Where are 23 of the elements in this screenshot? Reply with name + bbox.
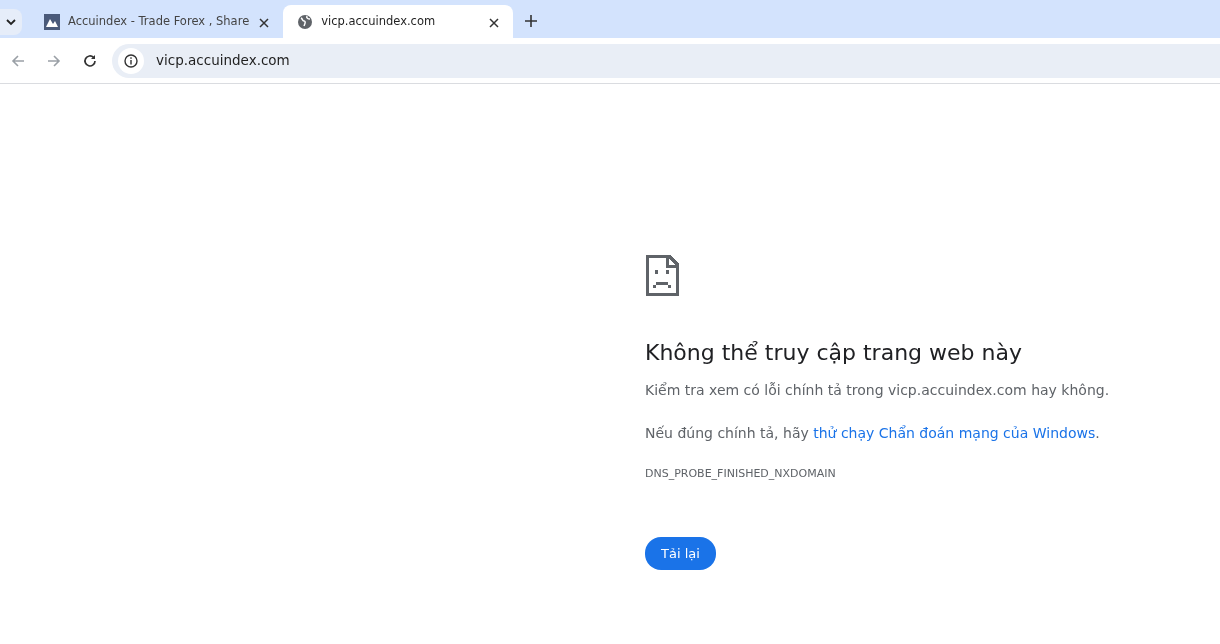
- suggestion-text: Nếu đúng chính tả, hãy thử chạy Chẩn đoán mạng của Windows.: [645, 424, 1101, 444]
- globe-icon: [297, 13, 314, 30]
- network-diagnostics-link[interactable]: thử chạy Chẩn đoán mạng của Windows: [813, 425, 1096, 442]
- forward-arrow-icon: [46, 52, 62, 69]
- close-icon: [259, 17, 270, 28]
- tab-search-button[interactable]: [0, 9, 22, 35]
- plus-icon: [525, 14, 538, 27]
- sad-page-icon: [645, 254, 679, 296]
- error-code: DNS_PROBE_FINISHED_NXDOMAIN: [645, 466, 837, 483]
- url-text: vicp.accuindex.com: [154, 49, 554, 72]
- close-icon: [489, 17, 500, 28]
- logo-icon: [44, 13, 60, 30]
- reload-icon: [82, 52, 98, 69]
- info-icon: [124, 53, 138, 68]
- address-bar[interactable]: vicp.accuindex.com: [112, 43, 1220, 78]
- error-heading: Không thể truy cập trang web này: [645, 340, 1023, 367]
- reload-page-button[interactable]: Tải lại: [645, 536, 716, 571]
- error-message: Kiểm tra xem có lỗi chính tả trong vicp.accuindex.com hay không.: [645, 381, 1111, 401]
- back-arrow-icon: [10, 52, 26, 69]
- browser-tab[interactable]: Accuindex - Trade Forex , Share: [30, 5, 284, 38]
- browser-tab[interactable]: vicp.accuindex.com: [283, 5, 514, 38]
- site-info-button[interactable]: [118, 47, 144, 74]
- chevron-down-icon: [6, 18, 16, 26]
